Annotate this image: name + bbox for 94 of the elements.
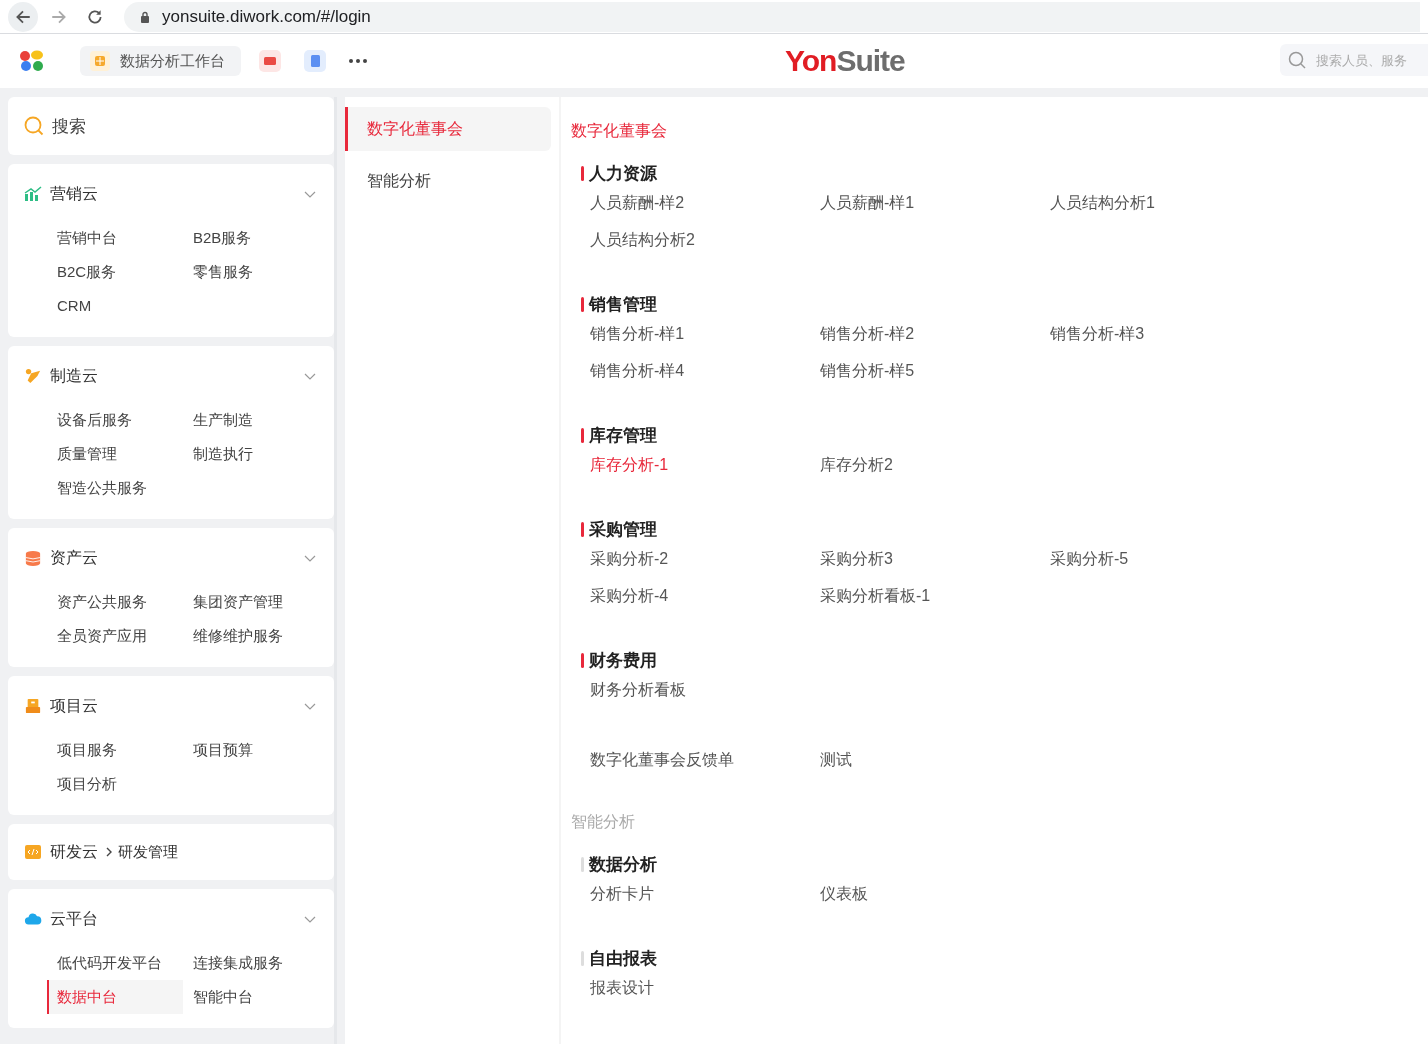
report-link[interactable]: 人员薪酬-样1 [820, 193, 915, 214]
report-link[interactable]: 采购分析-2 [590, 549, 669, 570]
accent-bar [581, 296, 584, 312]
code-icon [24, 844, 42, 860]
document-icon[interactable] [304, 50, 326, 72]
category-title[interactable]: 项目云 [50, 695, 98, 717]
chevron-right-icon [106, 847, 112, 857]
group-title: 销售管理 [589, 293, 657, 316]
chevron-down-icon[interactable] [304, 915, 316, 923]
accent-bar [581, 165, 584, 181]
service-item[interactable]: 项目服务 [47, 733, 183, 767]
report-link[interactable]: 人员结构分析2 [590, 230, 695, 251]
search-icon [24, 116, 44, 136]
report-link[interactable]: 销售分析-样5 [820, 361, 915, 382]
service-item[interactable]: 制造执行 [183, 437, 323, 471]
service-item[interactable]: 维修维护服务 [183, 619, 323, 653]
report-link[interactable]: 人员薪酬-样2 [590, 193, 685, 214]
bar-chart-icon [24, 186, 42, 202]
workspace-tab[interactable]: 数据分析工作台 [80, 46, 241, 76]
group-title: 库存管理 [589, 424, 657, 447]
category-title[interactable]: 研发云 [50, 841, 98, 863]
group-title: 人力资源 [589, 162, 657, 185]
group-title: 数据分析 [589, 853, 657, 876]
lock-icon [140, 10, 150, 23]
menu-item[interactable]: 数字化董事会 [345, 107, 551, 151]
service-item[interactable]: CRM [47, 289, 183, 323]
category-title[interactable]: 营销云 [50, 183, 98, 205]
report-link[interactable]: 人员结构分析1 [1050, 193, 1155, 214]
subcategory-link[interactable]: 研发管理 [118, 842, 178, 862]
report-link[interactable]: 分析卡片 [590, 884, 654, 905]
service-item[interactable]: 设备后服务 [47, 403, 183, 437]
service-item[interactable]: 质量管理 [47, 437, 183, 471]
more-icon[interactable] [349, 59, 367, 63]
accent-bar [581, 856, 584, 872]
card-icon[interactable] [259, 50, 281, 72]
category-title[interactable]: 制造云 [50, 365, 98, 387]
service-item[interactable]: 零售服务 [183, 255, 323, 289]
briefcase-icon [24, 698, 42, 714]
database-icon [24, 550, 42, 566]
report-link[interactable]: 销售分析-样4 [590, 361, 685, 382]
service-item[interactable]: 集团资产管理 [183, 585, 323, 619]
cloud-icon [24, 911, 42, 927]
service-item[interactable]: 项目分析 [47, 767, 183, 801]
report-link[interactable]: 销售分析-样1 [590, 324, 685, 345]
search-label: 搜索 [52, 115, 86, 138]
chevron-down-icon[interactable] [304, 372, 316, 380]
service-item[interactable]: 低代码开发平台 [47, 946, 183, 980]
report-link[interactable]: 仪表板 [820, 884, 868, 905]
section-title: 智能分析 [571, 812, 636, 832]
section-title: 数字化董事会 [571, 121, 668, 141]
report-link[interactable]: 报表设计 [590, 978, 654, 999]
service-item[interactable]: 营销中台 [47, 221, 183, 255]
search-field[interactable]: 搜索人员、服务 [1280, 44, 1428, 76]
report-link[interactable]: 数字化董事会反馈单 [590, 750, 734, 771]
group-title: 采购管理 [589, 518, 657, 541]
service-item[interactable]: 生产制造 [183, 403, 323, 437]
category-title[interactable]: 资产云 [50, 547, 98, 569]
report-link[interactable]: 采购分析3 [820, 549, 893, 570]
chevron-down-icon[interactable] [304, 702, 316, 710]
category-title[interactable]: 云平台 [50, 908, 98, 930]
service-item[interactable]: 资产公共服务 [47, 585, 183, 619]
accent-bar [581, 950, 584, 966]
service-item[interactable]: 连接集成服务 [183, 946, 323, 980]
yonsuite-logo: YonSuite [785, 44, 905, 78]
service-item[interactable]: 项目预算 [183, 733, 323, 767]
app-logo-icon[interactable] [18, 49, 46, 73]
accent-bar [581, 521, 584, 537]
report-link[interactable]: 销售分析-样3 [1050, 324, 1145, 345]
report-link[interactable]: 测试 [820, 750, 852, 771]
chevron-down-icon[interactable] [304, 554, 316, 562]
report-link[interactable]: 库存分析-1 [590, 455, 669, 476]
address-bar[interactable]: yonsuite.diwork.com/#/login [124, 1, 1420, 32]
search-card[interactable]: 搜索 [8, 97, 334, 155]
group-title: 自由报表 [589, 947, 657, 970]
menu-item[interactable]: 智能分析 [345, 159, 551, 203]
grid-icon [90, 51, 110, 71]
service-item[interactable]: 智能中台 [183, 980, 323, 1014]
report-link[interactable]: 采购分析-4 [590, 586, 669, 607]
accent-bar [581, 652, 584, 668]
report-link[interactable]: 采购分析-5 [1050, 549, 1129, 570]
service-item[interactable]: 智造公共服务 [47, 471, 183, 505]
report-link[interactable]: 财务分析看板 [590, 680, 686, 701]
service-item[interactable]: B2C服务 [47, 255, 183, 289]
report-link[interactable]: 库存分析2 [820, 455, 893, 476]
group-title: 财务费用 [589, 649, 657, 672]
chevron-down-icon[interactable] [304, 190, 316, 198]
report-link[interactable]: 销售分析-样2 [820, 324, 915, 345]
search-icon [1288, 51, 1306, 69]
back-icon[interactable] [8, 1, 38, 32]
service-item[interactable]: 数据中台 [47, 980, 183, 1014]
service-item[interactable]: 全员资产应用 [47, 619, 183, 653]
report-link[interactable]: 采购分析看板-1 [820, 586, 931, 607]
accent-bar [581, 427, 584, 443]
service-item[interactable]: B2B服务 [183, 221, 323, 255]
